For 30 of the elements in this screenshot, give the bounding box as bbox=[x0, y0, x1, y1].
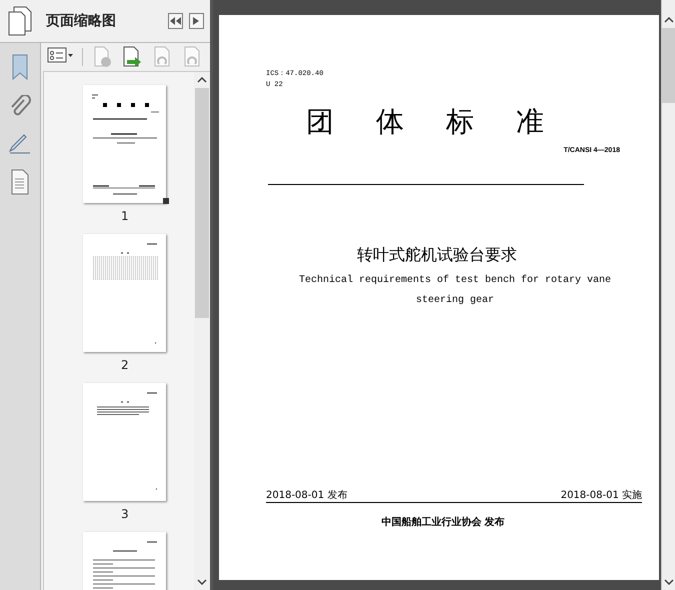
page-thumbnail[interactable] bbox=[83, 234, 166, 352]
page-number: 1 bbox=[120, 209, 129, 223]
scrollbar-thumb[interactable] bbox=[662, 28, 675, 103]
resize-handle[interactable] bbox=[163, 198, 170, 204]
publisher: 中国船舶工业行业协会 发布 bbox=[380, 516, 506, 529]
page-thumbnail[interactable] bbox=[83, 383, 166, 501]
scroll-up-icon[interactable] bbox=[664, 17, 674, 23]
scroll-down-icon[interactable] bbox=[664, 579, 674, 585]
bookmark-icon[interactable] bbox=[10, 53, 30, 81]
double-arrow-left-icon bbox=[170, 17, 181, 25]
effective-date: 2018-08-01 实施 bbox=[560, 489, 642, 502]
pen-icon[interactable] bbox=[8, 133, 32, 155]
scrollbar-thumb[interactable] bbox=[194, 88, 209, 318]
page-insert-icon bbox=[121, 46, 143, 68]
scroll-down-icon[interactable] bbox=[196, 579, 207, 585]
english-title: Technical requirements of test bench for rotary vane steering gear bbox=[298, 274, 612, 308]
scroll-up-icon[interactable] bbox=[196, 77, 207, 83]
page-number: 3 bbox=[120, 507, 129, 521]
issue-date: 2018-08-01 发布 bbox=[266, 489, 348, 502]
insert-pages-button[interactable] bbox=[121, 46, 143, 68]
page-thumbnail[interactable] bbox=[83, 85, 166, 203]
collapse-button[interactable] bbox=[168, 13, 183, 29]
pages-icon[interactable] bbox=[7, 6, 33, 36]
panel-title: 页面缩略图 bbox=[46, 12, 117, 30]
document-icon[interactable] bbox=[10, 169, 30, 195]
arrow-right-icon bbox=[193, 17, 200, 25]
document-heading: 团体标准 bbox=[305, 105, 587, 139]
page-number: 2 bbox=[120, 358, 129, 372]
document-title: 转叶式舵机试验台要求 bbox=[356, 245, 518, 266]
expand-button[interactable] bbox=[188, 13, 204, 29]
